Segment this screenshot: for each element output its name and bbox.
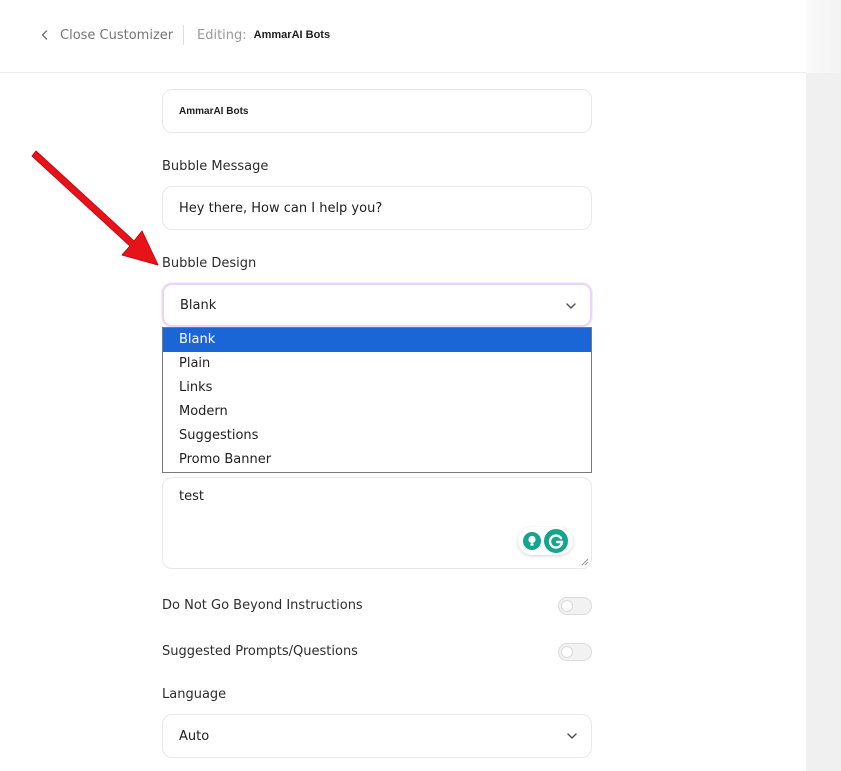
chevron-down-icon: [566, 303, 576, 309]
chevron-down-icon: [567, 733, 577, 739]
suggested-prompts-toggle[interactable]: [558, 643, 592, 661]
bubble-message-label: Bubble Message: [162, 159, 269, 174]
toggle-knob: [562, 647, 572, 657]
do-not-go-beyond-toggle[interactable]: [558, 597, 592, 615]
chatbot-title-input[interactable]: AmmarAI Bots: [162, 89, 592, 133]
bubble-message-input[interactable]: Hey there, How can I help you?: [162, 186, 592, 230]
editing-indicator: Editing: AmmarAI Bots: [197, 25, 330, 45]
close-customizer-label: Close Customizer: [60, 27, 174, 43]
editing-bot-name: AmmarAI Bots: [253, 29, 331, 41]
bubble-design-dropdown: Blank Plain Links Modern Suggestions Pro…: [162, 327, 592, 473]
customizer-header: Close Customizer Editing: AmmarAI Bots: [0, 0, 841, 73]
suggested-prompts-label: Suggested Prompts/Questions: [162, 644, 358, 659]
lightbulb-icon[interactable]: [522, 532, 541, 550]
dropdown-option-suggestions[interactable]: Suggestions: [163, 424, 591, 448]
grammarly-widget[interactable]: [518, 527, 573, 555]
dropdown-option-plain[interactable]: Plain: [163, 352, 591, 376]
resize-handle-icon[interactable]: [581, 558, 589, 566]
preview-panel: [806, 0, 841, 771]
editing-label: Editing:: [197, 27, 247, 43]
grammarly-icon[interactable]: [544, 529, 569, 553]
bubble-design-select[interactable]: Blank: [162, 283, 592, 327]
chevron-left-icon: [41, 30, 48, 40]
dropdown-option-links[interactable]: Links: [163, 376, 591, 400]
header-fade: [806, 0, 841, 73]
instructions-textarea[interactable]: test: [162, 477, 592, 569]
red-arrow-icon: [31, 150, 159, 266]
instructions-value: test: [179, 489, 204, 504]
header-divider: [183, 25, 184, 45]
dropdown-option-promo-banner[interactable]: Promo Banner: [163, 448, 591, 472]
bubble-design-value: Blank: [180, 297, 217, 313]
toggle-knob: [562, 601, 572, 611]
language-label: Language: [162, 687, 227, 702]
close-customizer-button[interactable]: Close Customizer: [39, 25, 173, 45]
dropdown-option-modern[interactable]: Modern: [163, 400, 591, 424]
do-not-go-beyond-label: Do Not Go Beyond Instructions: [162, 598, 363, 613]
dropdown-option-blank[interactable]: Blank: [163, 328, 591, 352]
bubble-design-label: Bubble Design: [162, 256, 257, 271]
language-value: Auto: [179, 728, 210, 744]
language-select[interactable]: Auto: [162, 714, 592, 758]
